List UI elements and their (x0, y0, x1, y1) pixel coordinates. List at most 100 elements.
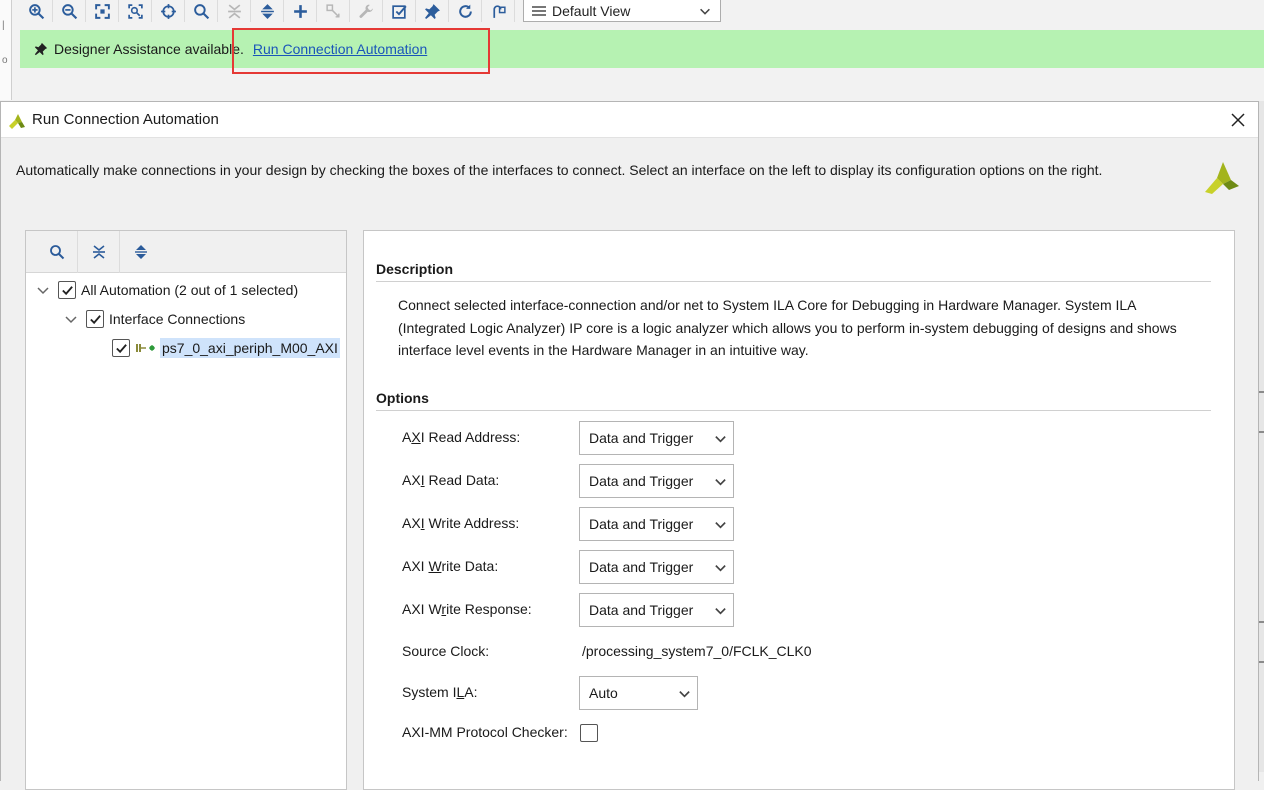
zoom-area-button[interactable] (119, 0, 152, 22)
expand-all-icon (260, 3, 274, 19)
select-value: Data and Trigger (589, 430, 694, 446)
axi-write-address-select[interactable]: Data and Trigger (579, 507, 734, 541)
checkmark-icon (89, 314, 101, 324)
dialog-title: Run Connection Automation (32, 111, 219, 128)
layout-lines-icon (532, 5, 546, 16)
tree-node-ps7-axi-periph[interactable]: ps7_0_axi_periph_M00_AXI (112, 336, 340, 360)
chevron-down-icon[interactable] (64, 312, 78, 326)
source-clock-label: Source Clock: (402, 643, 490, 659)
tree-node-label: ps7_0_axi_periph_M00_AXI (160, 338, 340, 358)
configuration-panel: Description Connect selected interface-c… (363, 230, 1235, 790)
regenerate-layout-icon (492, 4, 506, 18)
collapse-all-button[interactable] (218, 0, 251, 22)
pin-icon (34, 42, 48, 56)
zoom-fit-button[interactable] (86, 0, 119, 22)
description-header: Description (376, 261, 454, 277)
axi-write-response-label: AXI Write Response: (402, 601, 532, 617)
axi-read-address-select[interactable]: Data and Trigger (579, 421, 734, 455)
zoom-out-icon (61, 3, 77, 19)
search-icon (193, 3, 209, 19)
dialog-intro-text: Automatically make connections in your d… (16, 162, 1103, 178)
validate-design-button[interactable] (383, 0, 416, 22)
select-value: Data and Trigger (589, 559, 694, 575)
tree-node-all-automation[interactable]: All Automation (2 out of 1 selected) (36, 278, 298, 302)
section-divider (376, 281, 1211, 282)
axi-write-data-select[interactable]: Data and Trigger (579, 550, 734, 584)
wrench-icon (358, 4, 373, 18)
chevron-down-icon (707, 594, 733, 626)
view-select-value: Default View (552, 2, 631, 19)
chevron-down-icon (707, 422, 733, 454)
system-ila-select[interactable]: Auto (579, 676, 698, 710)
designer-assistance-bar: Designer Assistance available. Run Conne… (20, 30, 1264, 68)
tree-collapse-all-button[interactable] (78, 230, 120, 273)
select-value: Auto (589, 685, 618, 701)
make-external-icon (325, 3, 340, 18)
tree-search-button[interactable] (36, 230, 78, 273)
interface-connections-checkbox[interactable] (86, 310, 104, 328)
zoom-area-icon (127, 3, 143, 19)
regenerate-layout-button[interactable] (482, 0, 515, 22)
view-select[interactable]: Default View (523, 0, 721, 22)
all-automation-checkbox[interactable] (58, 281, 76, 299)
zoom-in-button[interactable] (20, 0, 53, 22)
expand-all-icon (135, 244, 147, 259)
collapse-all-icon (92, 244, 105, 259)
refresh-button[interactable] (449, 0, 482, 22)
tree-node-label: Interface Connections (109, 311, 246, 327)
section-divider (376, 410, 1211, 411)
edge-tick (1259, 391, 1264, 393)
checkmark-icon (61, 285, 73, 295)
pin-button[interactable] (416, 0, 449, 22)
search-icon (49, 244, 64, 259)
axi-read-data-label: AXI Read Data: (402, 472, 500, 488)
zoom-in-icon (28, 3, 44, 19)
chevron-down-icon (700, 8, 710, 15)
close-icon (1231, 112, 1245, 127)
background-window-edge (1259, 101, 1264, 772)
protocol-checker-checkbox[interactable] (580, 724, 598, 742)
chevron-down-icon (671, 677, 697, 709)
add-ip-button[interactable] (284, 0, 317, 22)
tree-toolbar (26, 230, 346, 273)
select-value: Data and Trigger (589, 473, 694, 489)
chevron-down-icon (707, 508, 733, 540)
tree-node-interface-connections[interactable]: Interface Connections (64, 307, 245, 331)
select-value: Data and Trigger (589, 602, 694, 618)
expand-all-button[interactable] (251, 0, 284, 22)
assistance-message: Designer Assistance available. (54, 41, 244, 57)
checkmark-icon (115, 343, 127, 353)
edge-tick (1259, 431, 1264, 433)
system-ila-label: System ILA: (402, 684, 478, 700)
diagram-toolbar: Default View (20, 0, 1264, 22)
axi-read-data-select[interactable]: Data and Trigger (579, 464, 734, 498)
zoom-fit-icon (94, 3, 110, 19)
search-button[interactable] (185, 0, 218, 22)
tree-node-label: All Automation (2 out of 1 selected) (81, 282, 299, 298)
make-external-button[interactable] (317, 0, 350, 22)
select-value: Data and Trigger (589, 516, 694, 532)
interface-tree-panel: All Automation (2 out of 1 selected) Int… (25, 230, 347, 790)
source-clock-value: /processing_system7_0/FCLK_CLK0 (582, 643, 812, 659)
auto-connect-button[interactable] (152, 0, 185, 22)
edge-tick (1259, 621, 1264, 623)
validate-wrench-button[interactable] (350, 0, 383, 22)
chevron-down-icon[interactable] (36, 283, 50, 297)
panel-edge-mark: o (2, 55, 8, 66)
run-connection-automation-link[interactable]: Run Connection Automation (253, 41, 427, 57)
axi-write-address-label: AXI Write Address: (402, 515, 520, 531)
axi-write-response-select[interactable]: Data and Trigger (579, 593, 734, 627)
tree-expand-all-button[interactable] (120, 231, 162, 273)
zoom-out-button[interactable] (53, 0, 86, 22)
refresh-icon (458, 4, 472, 18)
dialog-titlebar: Run Connection Automation (1, 102, 1258, 138)
interface-port-icon (136, 344, 155, 352)
pin-icon (424, 3, 440, 19)
panel-edge-mark: | (2, 20, 5, 31)
checkbox-validate-icon (391, 4, 407, 19)
vivado-logo-icon (9, 113, 25, 129)
ps7-axi-periph-checkbox[interactable] (112, 339, 130, 357)
dialog-close-button[interactable] (1218, 102, 1258, 138)
axi-read-address-label: AXI Read Address: (402, 429, 521, 445)
run-connection-automation-dialog: Run Connection Automation Automatically … (0, 101, 1259, 790)
